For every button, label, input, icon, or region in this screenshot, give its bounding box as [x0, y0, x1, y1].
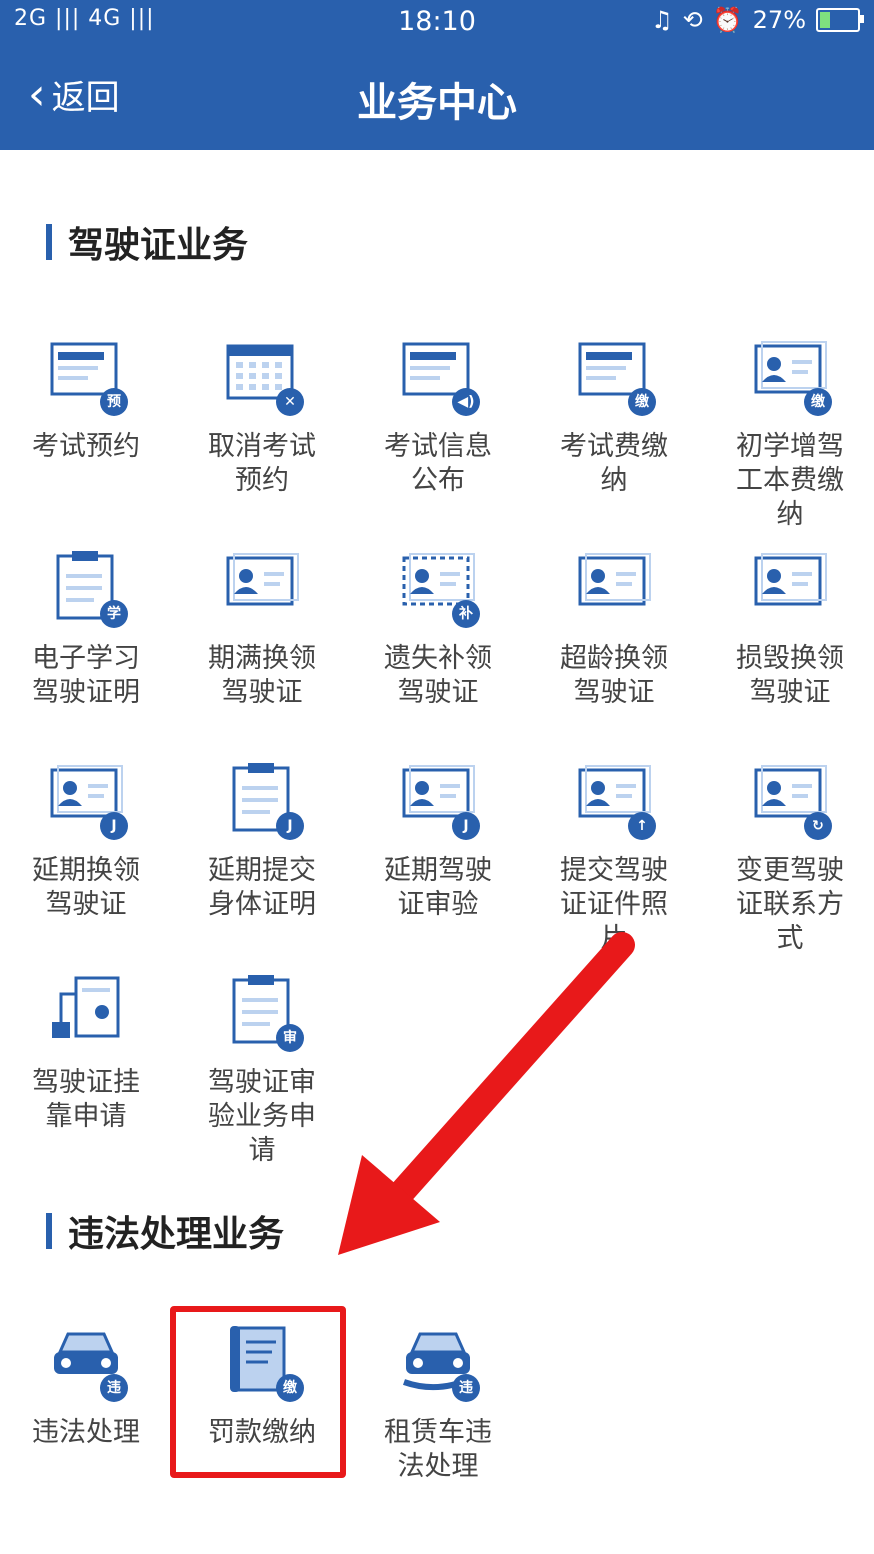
red-arrow-annotation — [338, 932, 635, 1255]
